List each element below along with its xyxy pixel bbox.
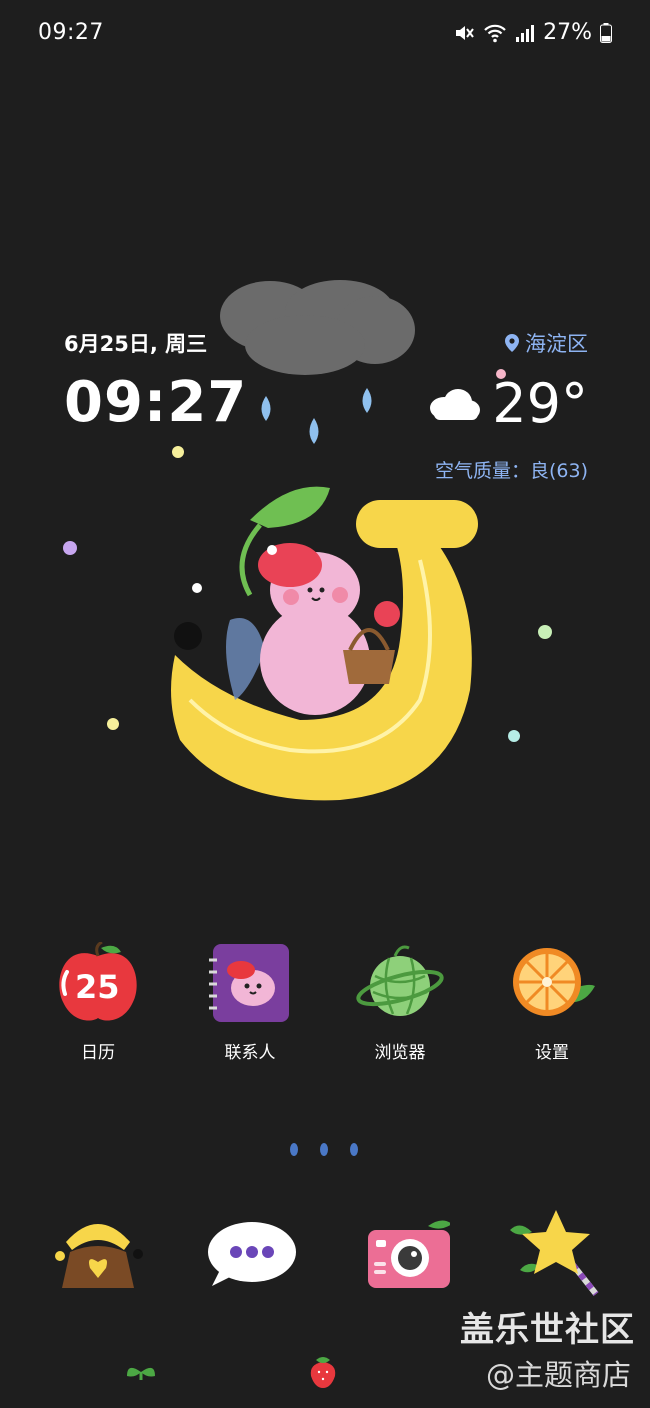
dock-messages[interactable]: [190, 1212, 310, 1296]
svg-text:25: 25: [75, 968, 120, 1006]
star-wand-icon: [510, 1210, 599, 1296]
app-label: 设置: [535, 1043, 569, 1063]
browser-icon: [356, 945, 444, 1016]
app-settings[interactable]: 设置: [492, 942, 612, 1063]
banana-bunny-illustration: [171, 486, 478, 801]
app-calendar[interactable]: 25 日历: [38, 942, 158, 1063]
app-label: 联系人: [224, 1043, 276, 1063]
page-dot[interactable]: [350, 1143, 358, 1156]
dock-camera[interactable]: [342, 1212, 462, 1296]
widget-weather[interactable]: 29°: [426, 372, 588, 435]
app-label: 浏览器: [374, 1043, 426, 1063]
cloud-icon: [430, 388, 481, 420]
app-label: 日历: [81, 1043, 115, 1063]
widget-location[interactable]: 海淀区: [505, 328, 588, 358]
messages-icon: [208, 1222, 296, 1286]
settings-icon: [513, 948, 595, 1016]
app-contacts[interactable]: 联系人: [190, 942, 310, 1063]
sprout-icon: [127, 1367, 155, 1380]
watermark-theme-store: @主题商店: [486, 1358, 632, 1392]
page-indicator[interactable]: [290, 1143, 358, 1156]
dock-phone[interactable]: [38, 1212, 158, 1296]
temperature: 29°: [492, 372, 588, 435]
page-dot[interactable]: [320, 1143, 328, 1156]
contacts-icon: [209, 944, 289, 1022]
dock-star-app[interactable]: [494, 1206, 614, 1298]
strawberry-icon: [310, 1357, 336, 1388]
wallpaper-illustration: [63, 280, 552, 801]
watermark-community: 盖乐世社区: [460, 1310, 635, 1350]
app-browser[interactable]: 浏览器: [340, 942, 460, 1063]
calendar-icon: 25: [59, 942, 137, 1021]
widget-date[interactable]: 6月25日, 周三: [64, 328, 207, 358]
widget-clock[interactable]: 09:27: [64, 370, 247, 435]
rain-cloud-illustration: [220, 280, 415, 444]
camera-icon: [368, 1220, 450, 1288]
phone-icon: [55, 1224, 143, 1288]
location-pin-icon: [505, 334, 519, 352]
page-dot[interactable]: [290, 1143, 298, 1156]
air-quality: 空气质量：良(63): [434, 460, 588, 482]
location-label: 海淀区: [525, 332, 588, 356]
